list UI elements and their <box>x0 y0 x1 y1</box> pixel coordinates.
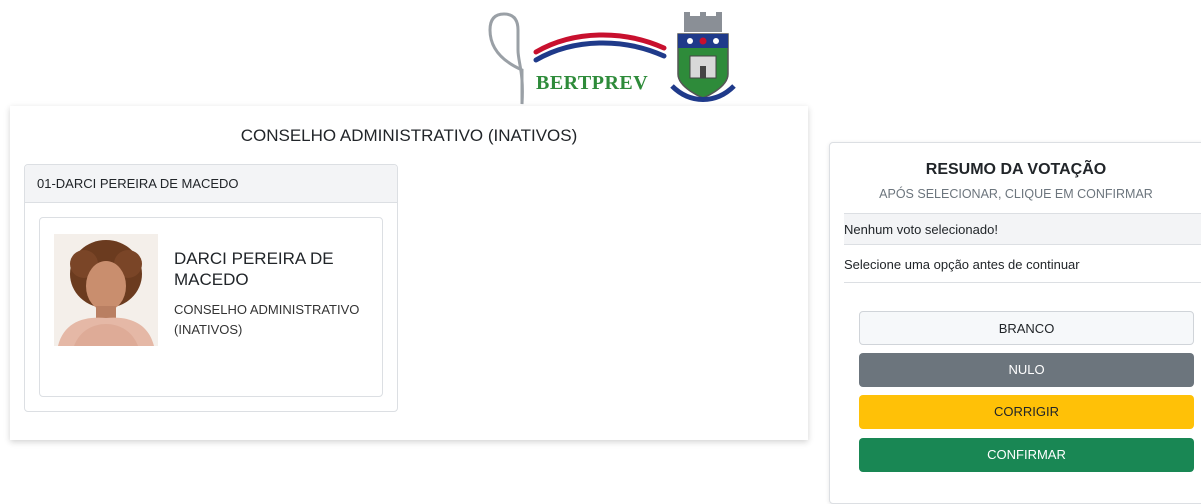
summary-subtitle: APÓS SELECIONAR, CLIQUE EM CONFIRMAR <box>879 187 1153 201</box>
logo-text: BERTPREV <box>536 72 649 94</box>
confirm-button[interactable]: CONFIRMAR <box>859 438 1194 472</box>
select-option-hint: Selecione uma opção antes de continuar <box>844 247 1201 283</box>
correct-button[interactable]: CORRIGIR <box>859 395 1194 429</box>
no-vote-text: Nenhum voto selecionado! <box>844 222 998 237</box>
ballot-title: CONSELHO ADMINISTRATIVO (INATIVOS) <box>240 126 578 145</box>
candidate-name: DARCI PEREIRA DE MACEDO <box>174 249 334 289</box>
candidate-option[interactable]: DARCI PEREIRA DE MACEDO CONSELHO ADMINIS… <box>39 217 383 397</box>
ballot-panel: CONSELHO ADMINISTRATIVO (INATIVOS) 01-DA… <box>10 106 808 440</box>
candidate-card-header: 01-DARCI PEREIRA DE MACEDO <box>25 165 397 203</box>
candidate-photo <box>54 234 158 346</box>
no-vote-message: Nenhum voto selecionado! <box>844 213 1201 245</box>
candidate-card: 01-DARCI PEREIRA DE MACEDO DARCI PEREIRA… <box>24 164 398 412</box>
summary-title: RESUMO DA VOTAÇÃO <box>925 161 1107 178</box>
null-vote-button[interactable]: NULO <box>859 353 1194 387</box>
blank-vote-button[interactable]: BRANCO <box>859 311 1194 345</box>
select-option-text: Selecione uma opção antes de continuar <box>844 257 1080 272</box>
candidate-role: CONSELHO ADMINISTRATIVO (INATIVOS) <box>174 302 360 337</box>
city-coat-of-arms <box>670 12 736 102</box>
vote-summary-panel: RESUMO DA VOTAÇÃO APÓS SELECIONAR, CLIQU… <box>829 142 1201 504</box>
header-logo: BERTPREV <box>484 10 744 106</box>
